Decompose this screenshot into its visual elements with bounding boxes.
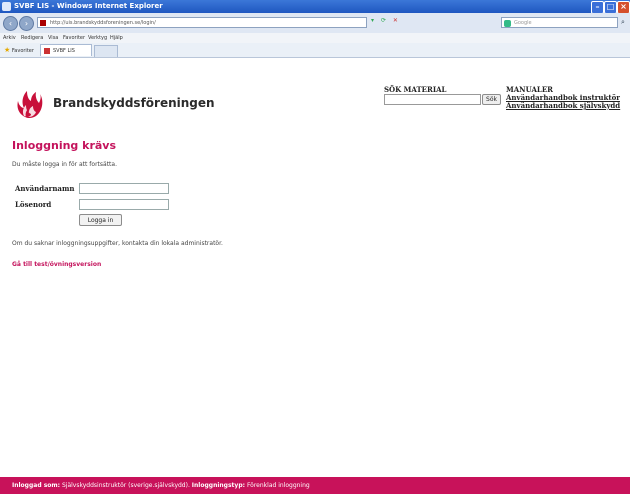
contact-admin-text: Om du saknar inloggningsuppgifter, konta…	[12, 240, 223, 247]
password-label: Lösenord	[15, 200, 52, 209]
favorites-button[interactable]: ★ Favoriter	[4, 46, 34, 54]
login-type-label: Inloggningstyp:	[191, 482, 246, 489]
menu-item-tools[interactable]: Verktyg	[88, 35, 107, 41]
address-actions: ▾ ⟳ ✕	[371, 17, 423, 28]
search-provider-icon	[504, 20, 511, 27]
site-favicon	[40, 20, 46, 26]
password-field[interactable]	[79, 199, 169, 210]
menu-item-help[interactable]: Hjälp	[110, 35, 123, 41]
logged-in-label: Inloggad som:	[12, 482, 61, 489]
search-material-button[interactable]: Sök	[482, 94, 501, 105]
tab-svbf-lis[interactable]: SVBF LIS	[40, 44, 92, 56]
forward-icon[interactable]: ›	[19, 16, 34, 31]
menu-item-edit[interactable]: Redigera	[21, 35, 43, 41]
login-intro-text: Du måste logga in för att fortsätta.	[12, 161, 117, 168]
login-button[interactable]: Logga in	[79, 214, 122, 226]
menu-item-file[interactable]: Arkiv	[3, 35, 16, 41]
brand-logo-icon	[17, 91, 43, 118]
login-type-value: Förenklad inloggning	[246, 482, 310, 489]
tab-favicon	[44, 48, 50, 54]
search-material-label: SÖK MATERIAL	[384, 85, 447, 94]
window-title: SVBF LIS - Windows Internet Explorer	[14, 2, 163, 10]
ie-icon	[2, 2, 11, 11]
tab-label: SVBF LIS	[53, 48, 75, 54]
stop-icon[interactable]: ✕	[393, 17, 398, 24]
menu-item-favorites[interactable]: Favoriter	[63, 35, 85, 41]
logged-in-value: Självskyddsinstruktör (sverige.självskyd…	[61, 482, 190, 489]
refresh-icon[interactable]: ⟳	[381, 17, 386, 24]
address-field[interactable]: http://uis.brandskyddsforeningen.se/logi…	[37, 17, 367, 28]
search-field[interactable]: Google	[501, 17, 618, 28]
compatibility-icon[interactable]: ▾	[371, 17, 374, 24]
page-title: Inloggning krävs	[12, 139, 117, 152]
brand-name: Brandskyddsföreningen	[53, 96, 215, 110]
window-titlebar: SVBF LIS - Windows Internet Explorer – □…	[0, 0, 630, 14]
manual-link-selfprotection[interactable]: Användarhandbok självskydd	[506, 101, 620, 110]
new-tab-button[interactable]	[94, 45, 118, 57]
address-toolbar: ‹ › http://uis.brandskyddsforeningen.se/…	[0, 13, 630, 34]
menu-item-view[interactable]: Visa	[48, 35, 58, 41]
back-icon[interactable]: ‹	[3, 16, 18, 31]
address-text: http://uis.brandskyddsforeningen.se/logi…	[50, 20, 156, 26]
favorites-label: Favoriter	[11, 48, 34, 54]
search-placeholder: Google	[514, 20, 532, 26]
favorites-bar: ★ Favoriter SVBF LIS	[0, 43, 630, 58]
status-footer: Inloggad som: Självskyddsinstruktör (sve…	[0, 477, 630, 494]
search-material-input[interactable]	[384, 94, 481, 105]
username-field[interactable]	[79, 183, 169, 194]
username-label: Användarnamn	[15, 184, 75, 193]
star-icon: ★	[4, 46, 11, 54]
test-version-link[interactable]: Gå till test/övningsversion	[12, 261, 101, 268]
search-icon[interactable]: ⌕	[621, 18, 625, 27]
